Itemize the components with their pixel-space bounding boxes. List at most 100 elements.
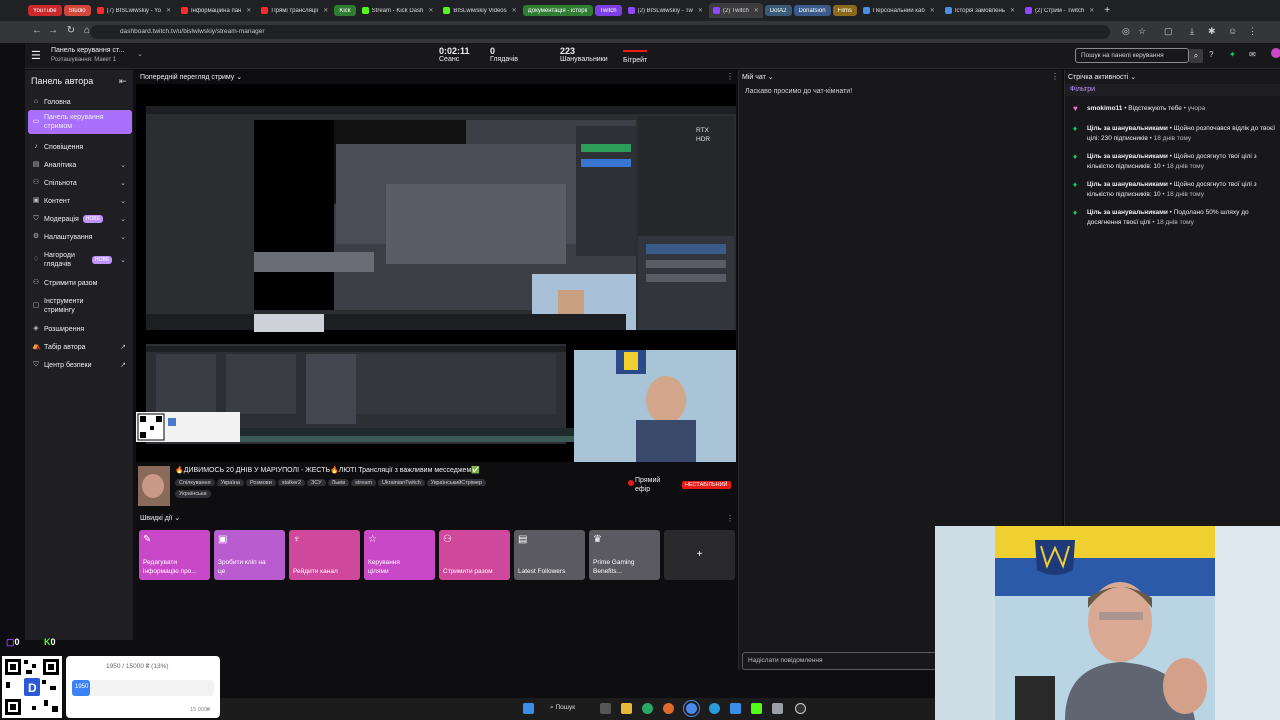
- star-icon[interactable]: ☆: [1138, 26, 1146, 37]
- quick-action-button[interactable]: ♛ Prime Gaming Benefits...: [589, 530, 660, 580]
- browser-tab[interactable]: Stream - Kick Dash ✕: [358, 3, 438, 18]
- app-icon[interactable]: [730, 703, 741, 714]
- chevron-down-icon[interactable]: ⌄: [137, 50, 143, 58]
- stream-tag[interactable]: Україна: [216, 479, 244, 486]
- quick-actions-menu-icon[interactable]: ⋮: [726, 514, 734, 523]
- sidebar-item[interactable]: ▢ Інструменти стримінгу: [28, 294, 132, 318]
- chat-input[interactable]: Надіслати повідомлення: [742, 652, 938, 670]
- activity-item[interactable]: ♦ Ціль за шанувальниками • Щойно досягнут…: [1073, 180, 1280, 200]
- sidebar-item[interactable]: ▣ Контент ⌄: [28, 194, 132, 208]
- download-icon[interactable]: ⤓: [1190, 26, 1194, 37]
- extensions-puzzle-icon[interactable]: ✱: [1208, 26, 1216, 37]
- close-tab-icon[interactable]: ✕: [323, 7, 328, 14]
- bits-icon[interactable]: ✦: [1229, 50, 1236, 59]
- stream-title[interactable]: 🔥ДИВИМОСЬ 20 ДНІВ У МАРІУПОЛІ - ЖЕСТЬ🔥ЛЮ…: [175, 466, 615, 474]
- preview-menu-icon[interactable]: ⋮: [726, 72, 734, 81]
- close-tab-icon[interactable]: ✕: [246, 7, 251, 14]
- taskbar-search[interactable]: ⌕ Пошук: [550, 704, 575, 712]
- activity-heading[interactable]: Стрічка активності ⌄: [1068, 73, 1136, 81]
- eye-off-icon[interactable]: ◎: [1122, 26, 1130, 37]
- browser-tab[interactable]: Films: [832, 5, 857, 16]
- profile-icon[interactable]: ☺: [1228, 26, 1237, 36]
- activity-item[interactable]: ♦ Ціль за шанувальниками • Щойно досягнут…: [1073, 152, 1280, 172]
- sidebar-item[interactable]: ⚇ Стримити разом: [28, 276, 132, 290]
- add-quick-action-button[interactable]: +: [664, 530, 735, 580]
- sidebar-item[interactable]: ⚙ Налаштування ⌄: [28, 230, 132, 244]
- stream-tag[interactable]: Спілкування: [175, 479, 215, 486]
- telegram-icon[interactable]: [709, 703, 720, 714]
- browser-tab[interactable]: (2) Twitch ✕: [708, 3, 763, 18]
- close-tab-icon[interactable]: ✕: [1010, 7, 1015, 14]
- browser-tab[interactable]: Donatsion: [793, 5, 831, 16]
- browser-tab[interactable]: (2) BISLwiwskiy - Tw ✕: [624, 3, 707, 18]
- browser-tab[interactable]: Kick: [334, 5, 356, 16]
- inbox-icon[interactable]: ✉: [1249, 50, 1256, 59]
- file-explorer-icon[interactable]: [621, 703, 632, 714]
- activity-item[interactable]: ♦ Ціль за шанувальниками • Подолано 50% ш…: [1073, 208, 1280, 228]
- panel-title[interactable]: Панель керування ст...: [51, 47, 124, 54]
- quick-action-button[interactable]: ⚇ Стримити разом: [439, 530, 510, 580]
- firefox-icon[interactable]: [663, 703, 674, 714]
- browser-tab[interactable]: YouTube: [28, 5, 62, 16]
- obs-icon[interactable]: [795, 703, 806, 714]
- stream-preview[interactable]: RTX HDR: [136, 84, 736, 462]
- sidebar-item[interactable]: ▤ Аналітика ⌄: [28, 158, 132, 172]
- close-tab-icon[interactable]: ✕: [1089, 7, 1094, 14]
- menu-icon[interactable]: ⋮: [1248, 26, 1257, 37]
- extension-icon[interactable]: ▢: [1164, 26, 1173, 37]
- quick-actions-heading[interactable]: Швидкі дії ⌄: [140, 514, 180, 522]
- quick-action-button[interactable]: ▣ Зробити кліп на це: [214, 530, 285, 580]
- forward-icon[interactable]: →: [44, 25, 62, 36]
- sidebar-item[interactable]: ⚇ Спільнота ⌄: [28, 176, 132, 190]
- chrome-icon[interactable]: [686, 703, 697, 714]
- close-tab-icon[interactable]: ✕: [166, 7, 171, 14]
- sidebar-item[interactable]: ◈ Розширення: [28, 322, 132, 336]
- avatar[interactable]: [1271, 48, 1280, 58]
- search-icon[interactable]: ⌕: [1189, 49, 1203, 63]
- browser-tab[interactable]: Twitch: [594, 5, 622, 16]
- close-tab-icon[interactable]: ✕: [512, 7, 517, 14]
- help-icon[interactable]: ?: [1209, 50, 1213, 59]
- activity-item[interactable]: ♦ Ціль за шанувальниками • Щойно розпочав…: [1073, 124, 1280, 144]
- stream-tag[interactable]: UkrainianTwitch: [377, 479, 425, 486]
- stream-tag[interactable]: stream: [351, 479, 376, 486]
- chat-heading[interactable]: Мій чат ⌄: [742, 73, 774, 81]
- activity-item[interactable]: ♥ smokimo11 • Відстежують тебе • учора: [1073, 104, 1280, 114]
- sidebar-item[interactable]: ⛉ Центр безпеки ↗: [28, 358, 132, 372]
- stream-tag[interactable]: УкраїнськийСтрімер: [426, 479, 486, 486]
- browser-tab[interactable]: BISLwiwskiy Videos ✕: [439, 3, 520, 18]
- hamburger-icon[interactable]: ☰: [31, 49, 41, 62]
- preview-heading[interactable]: Попередній перегляд стриму ⌄: [140, 73, 242, 81]
- browser-tab[interactable]: (2) Стрим - Twitch ✕: [1021, 3, 1098, 18]
- edge-icon[interactable]: [642, 703, 653, 714]
- sidebar-item[interactable]: ⌂ Головна: [28, 95, 132, 109]
- stream-tag[interactable]: Львів: [327, 479, 350, 486]
- quick-action-button[interactable]: ✎ Редагувати інформацію про...: [139, 530, 210, 580]
- collapse-sidebar-icon[interactable]: ⇤: [119, 76, 127, 87]
- sidebar-item[interactable]: ♢ Нагороди глядачів НОВЕ ⌄: [28, 248, 132, 272]
- browser-tab[interactable]: Інформаційна пан ✕: [177, 3, 255, 18]
- sidebar-item[interactable]: ▭ Панель керування стримом: [28, 110, 132, 134]
- stream-tag[interactable]: ЗСУ: [307, 479, 326, 486]
- windows-start-icon[interactable]: [523, 703, 534, 714]
- close-tab-icon[interactable]: ✕: [930, 7, 935, 14]
- kick-app-icon[interactable]: [751, 703, 762, 714]
- quick-action-button[interactable]: ♆ Рейдити канал: [289, 530, 360, 580]
- quick-action-button[interactable]: ☆ Керування цілями: [364, 530, 435, 580]
- sidebar-item[interactable]: ♪ Сповіщення: [28, 140, 132, 154]
- close-tab-icon[interactable]: ✕: [428, 7, 433, 14]
- sidebar-item[interactable]: ⛉ Модерація НОВЕ ⌄: [28, 212, 132, 226]
- quick-action-button[interactable]: ▤ Latest Followers: [514, 530, 585, 580]
- stream-tag[interactable]: stalker2: [277, 479, 306, 486]
- browser-tab[interactable]: Studio: [63, 5, 91, 16]
- new-tab-icon[interactable]: +: [1104, 5, 1110, 16]
- close-tab-icon[interactable]: ✕: [754, 7, 759, 14]
- browser-tab[interactable]: DotA2: [764, 5, 792, 16]
- browser-tab[interactable]: Прямі трансляції ✕: [257, 3, 332, 18]
- sidebar-item[interactable]: ⛺ Табір автора ↗: [28, 340, 132, 354]
- browser-tab[interactable]: (7) BISLwiwskiy - Yo ✕: [93, 3, 175, 18]
- filters-link[interactable]: Фільтри: [1070, 86, 1095, 93]
- dashboard-search-input[interactable]: Пошук на панелі керування: [1075, 48, 1189, 63]
- tool-icon[interactable]: [772, 703, 783, 714]
- task-view-icon[interactable]: [600, 703, 611, 714]
